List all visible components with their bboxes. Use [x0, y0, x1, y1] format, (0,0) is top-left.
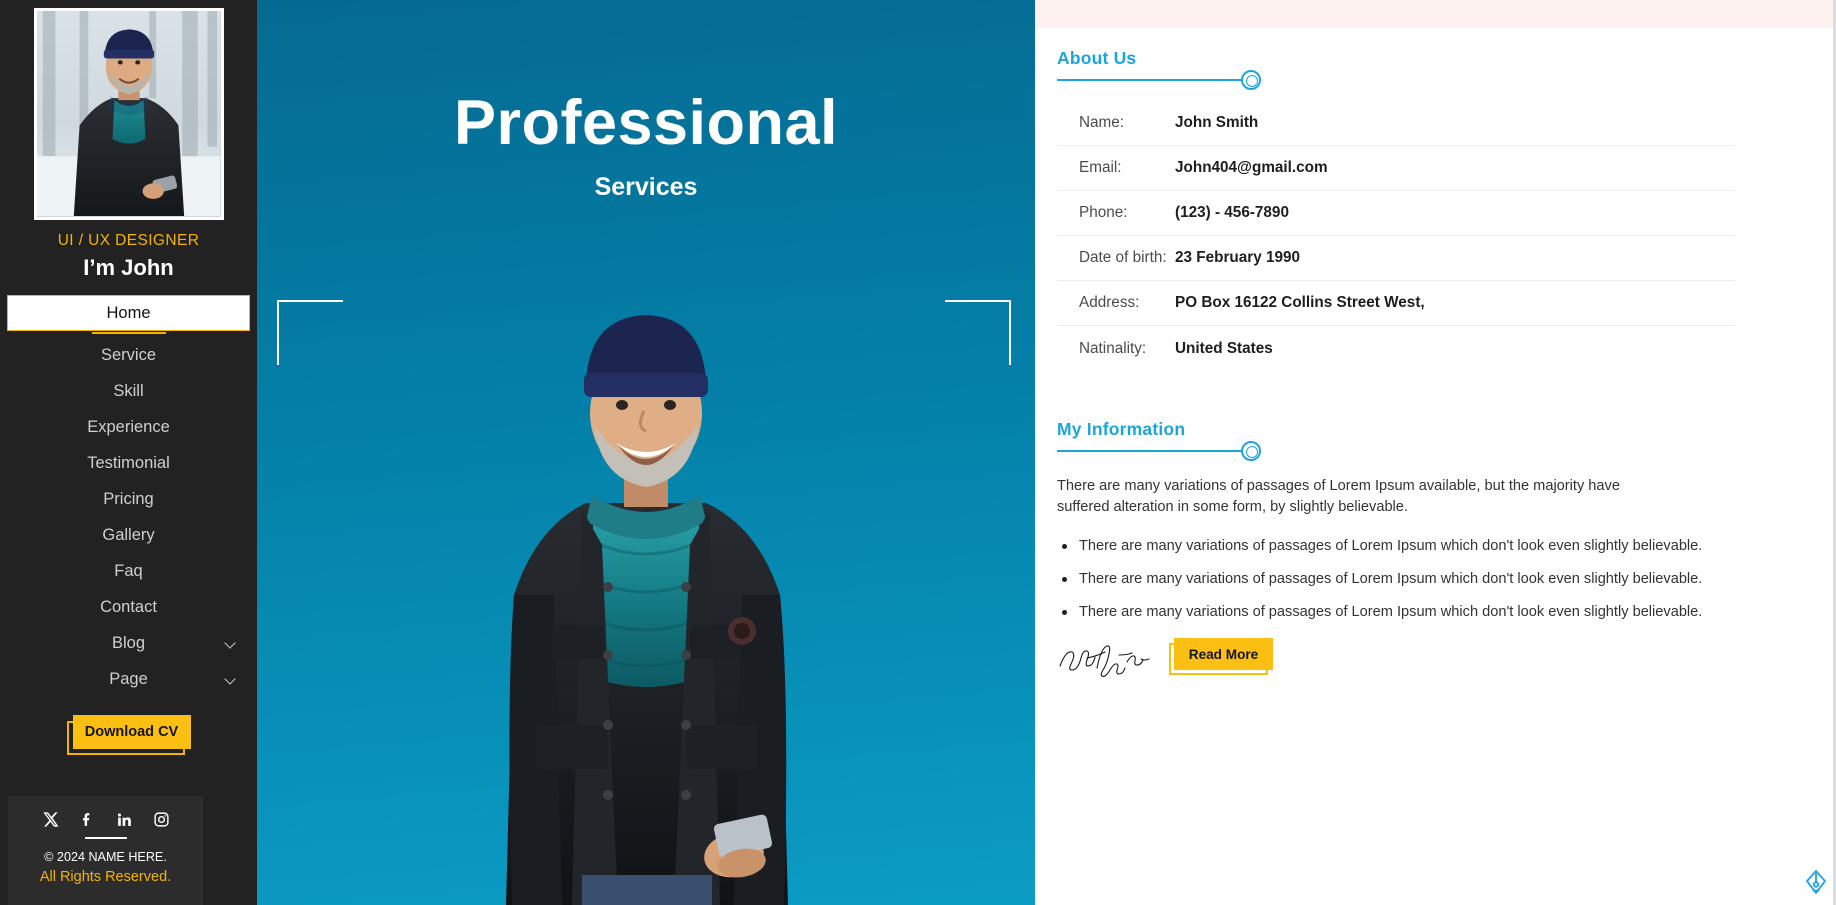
hero-frame-corner-right: [945, 300, 1011, 365]
nav-label: Home: [106, 303, 151, 322]
role-title: UI / UX DESIGNER: [57, 232, 200, 249]
facebook-icon[interactable]: [77, 809, 97, 829]
nav-label: Contact: [100, 597, 157, 616]
table-row: Name: John Smith: [1057, 101, 1735, 146]
profile-name: I’m John: [83, 255, 174, 280]
read-more-button[interactable]: Read More: [1174, 638, 1273, 671]
hero-subtitle: Services: [594, 173, 698, 201]
info-label: Phone:: [1079, 204, 1128, 221]
info-value: 23 February 1990: [1175, 249, 1301, 266]
info-value: PO Box 16122 Collins Street West,: [1175, 294, 1425, 311]
nav-label: Blog: [111, 633, 146, 652]
nav-label: Skill: [113, 381, 144, 400]
sidebar-item-blog[interactable]: Blog: [7, 625, 250, 661]
download-cv-button[interactable]: Download CV: [72, 715, 191, 749]
hero-banner: Professional Services: [257, 0, 1035, 905]
about-section-title: About Us: [1057, 48, 1137, 68]
hero-person-photo: [506, 315, 788, 905]
read-more-wrapper: Read More: [1169, 638, 1273, 678]
sidebar-item-gallery[interactable]: Gallery: [7, 517, 250, 553]
hero-title: Professional: [453, 88, 839, 158]
instagram-icon[interactable]: [151, 809, 171, 829]
my-information-bullet-list: There are many variations of passages of…: [1057, 537, 1826, 622]
nav-label: Experience: [87, 417, 170, 436]
section-underline: [1057, 70, 1261, 90]
section-dot-icon: [1241, 441, 1261, 461]
content-inner: About Us Name: John Smith Email: John404…: [1057, 0, 1826, 678]
info-value: (123) - 456-7890: [1175, 204, 1289, 221]
social-links: [18, 809, 193, 829]
table-row: Date of birth: 23 February 1990: [1057, 236, 1735, 281]
sidebar-item-faq[interactable]: Faq: [7, 553, 250, 589]
nav-label: Pricing: [103, 489, 154, 508]
footer-divider: [84, 837, 127, 840]
sidebar-footer: © 2024 NAME HERE. All Rights Reserved.: [8, 796, 203, 905]
nav-label: Service: [100, 345, 157, 364]
table-row: Natinality: United States: [1057, 326, 1735, 371]
section-dot-icon: [1241, 70, 1261, 90]
chevron-down-icon: [226, 638, 236, 648]
sidebar-item-skill[interactable]: Skill: [7, 373, 250, 409]
info-value: John Smith: [1175, 114, 1259, 131]
download-cv-wrapper: Download CV: [66, 715, 191, 755]
my-information-section-header: My Information: [1057, 419, 1826, 461]
list-item: There are many variations of passages of…: [1057, 570, 1826, 589]
signature-image: [1059, 645, 1150, 678]
info-label: Date of birth:: [1079, 249, 1167, 266]
sidebar-item-pricing[interactable]: Pricing: [7, 481, 250, 517]
sidebar-item-testimonial[interactable]: Testimonial: [7, 445, 250, 481]
table-row: Phone: (123) - 456-7890: [1057, 191, 1735, 236]
table-row: Email: John404@gmail.com: [1057, 146, 1735, 191]
my-information-paragraph: There are many variations of passages of…: [1057, 478, 1620, 515]
main-navigation: Home Service Skill Experience Testimonia…: [0, 295, 257, 697]
about-section-header: About Us: [1057, 48, 1826, 90]
nav-label: Gallery: [102, 525, 155, 544]
copyright-line-2: All Rights Reserved.: [39, 869, 172, 886]
info-value: United States: [1175, 339, 1273, 357]
pen-nib-icon[interactable]: [1802, 867, 1830, 897]
sidebar-item-home[interactable]: Home: [7, 295, 250, 331]
info-label: Address:: [1079, 294, 1140, 311]
nav-label: Faq: [114, 561, 143, 580]
info-label: Natinality:: [1079, 339, 1147, 357]
avatar: [33, 8, 224, 220]
list-item: There are many variations of passages of…: [1057, 603, 1826, 622]
about-info-table: Name: John Smith Email: John404@gmail.co…: [1057, 101, 1735, 371]
info-label: Email:: [1079, 159, 1122, 176]
portfolio-page: UI / UX DESIGNER I’m John Home Service S…: [0, 0, 1836, 905]
main-content: About Us Name: John Smith Email: John404…: [1035, 0, 1836, 905]
twitter-x-icon[interactable]: [40, 809, 60, 829]
info-value: John404@gmail.com: [1175, 159, 1328, 176]
nav-active-underline: [91, 332, 166, 334]
chevron-down-icon: [226, 674, 236, 684]
sidebar-item-page[interactable]: Page: [7, 661, 250, 697]
table-row: Address: PO Box 16122 Collins Street Wes…: [1057, 281, 1735, 326]
about-actions: Read More: [1057, 638, 1826, 678]
sidebar-item-experience[interactable]: Experience: [7, 409, 250, 445]
hero-frame-corner-left: [277, 300, 343, 365]
sidebar: UI / UX DESIGNER I’m John Home Service S…: [0, 0, 257, 905]
copyright-line-1: © 2024 NAME HERE.: [44, 850, 167, 865]
sidebar-item-contact[interactable]: Contact: [7, 589, 250, 625]
section-underline: [1057, 441, 1261, 461]
info-label: Name:: [1079, 114, 1125, 131]
nav-label: Testimonial: [87, 453, 170, 472]
linkedin-icon[interactable]: [114, 809, 134, 829]
my-information-section-title: My Information: [1057, 419, 1186, 439]
nav-label: Page: [109, 669, 148, 688]
list-item: There are many variations of passages of…: [1057, 537, 1826, 556]
avatar-photo: [36, 11, 221, 217]
sidebar-item-service[interactable]: Service: [7, 337, 250, 373]
